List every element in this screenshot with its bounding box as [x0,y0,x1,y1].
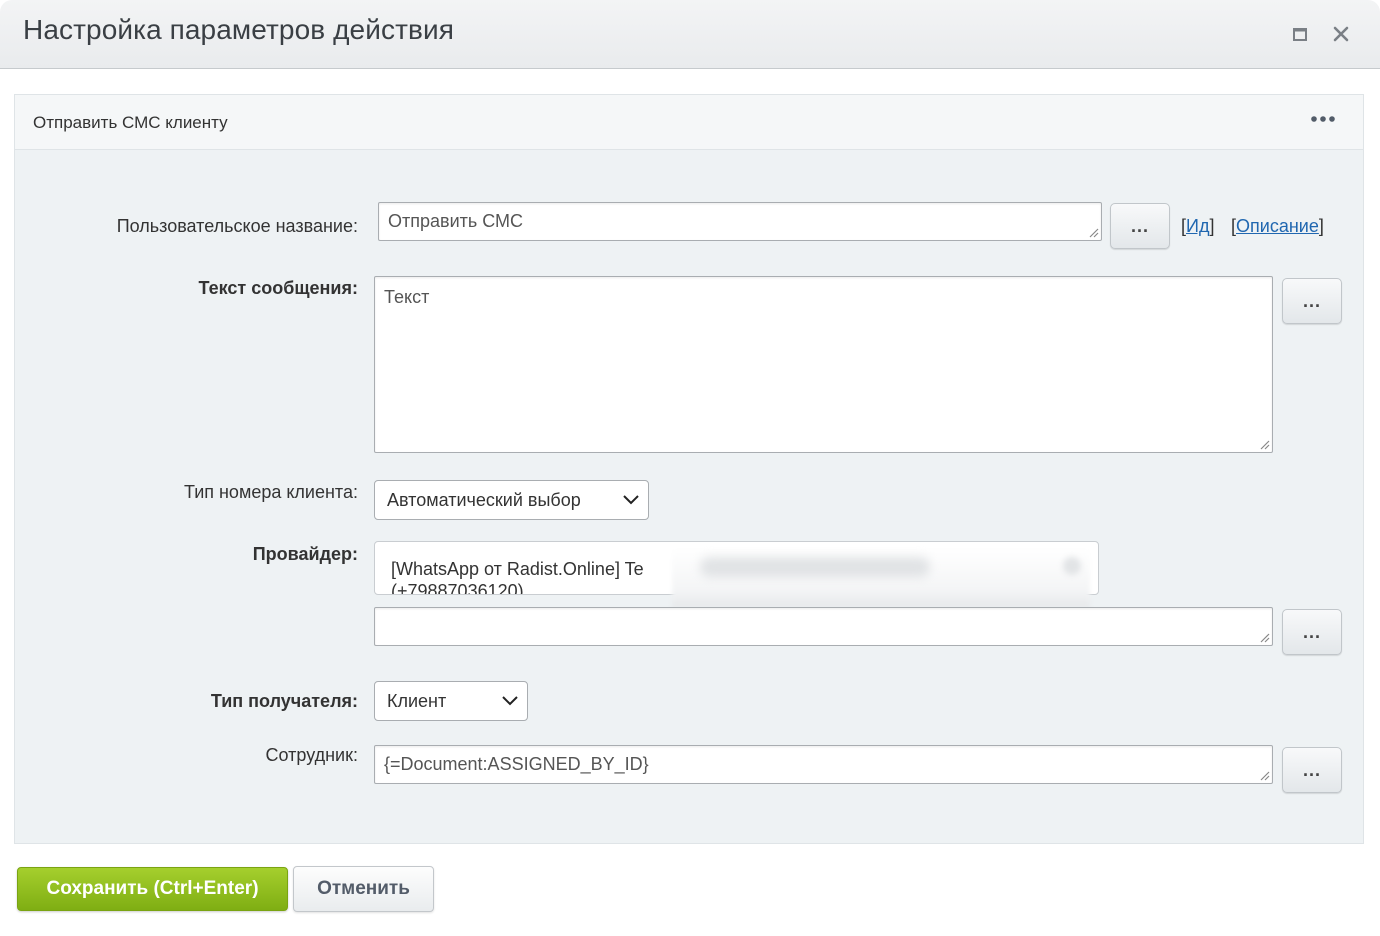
dialog-titlebar: Настройка параметров действия [0,0,1380,69]
bracket-close: ] [1318,216,1324,236]
recipient-type-select[interactable]: Клиент [374,681,528,721]
employee-input[interactable]: {=Document:ASSIGNED_BY_ID} [374,745,1273,784]
save-button[interactable]: Сохранить (Ctrl+Enter) [17,867,288,911]
chevron-down-icon [623,495,639,505]
message-text-textarea[interactable]: Текст [374,276,1273,453]
client-number-type-select[interactable]: Автоматический выбор [374,480,649,520]
resize-handle-icon[interactable] [1258,438,1270,450]
custom-name-input[interactable]: Отправить СМС [378,202,1102,241]
close-icon[interactable] [1329,22,1353,46]
id-link[interactable]: Ид [1186,216,1209,236]
cancel-button[interactable]: Отменить [293,866,434,912]
description-link-wrap: [Описание] [1231,216,1324,237]
redacted-text [700,557,930,577]
custom-name-label: Пользовательское название: [116,216,358,236]
custom-name-dots-button[interactable]: ... [1110,203,1170,249]
maximize-icon[interactable] [1288,22,1312,46]
more-horizontal-icon[interactable] [1309,109,1339,129]
employee-label: Сотрудник: [265,745,358,765]
panel-title: Отправить СМС клиенту [33,113,228,132]
id-link-wrap: [Ид] [1181,216,1214,237]
resize-handle-icon[interactable] [1087,226,1099,238]
recipient-type-label: Тип получателя: [210,691,358,711]
employee-dots-button[interactable]: ... [1282,747,1342,793]
dialog-window: Настройка параметров действия Отправить … [0,0,1380,936]
custom-name-value: Отправить СМС [388,211,524,231]
chevron-down-icon [502,696,518,706]
message-text-value: Текст [384,287,430,307]
provider-extra-input[interactable] [374,607,1273,646]
description-link[interactable]: Описание [1236,216,1319,236]
client-number-type-value: Автоматический выбор [387,490,581,510]
message-text-dots-button[interactable]: ... [1282,278,1342,324]
provider-label: Провайдер: [252,544,358,564]
resize-handle-icon[interactable] [1258,631,1270,643]
recipient-type-value: Клиент [387,691,447,711]
clear-icon[interactable] [1063,557,1081,575]
panel-header: Отправить СМС клиенту [15,95,1363,150]
bracket-close: ] [1209,216,1215,236]
employee-value: {=Document:ASSIGNED_BY_ID} [384,754,649,774]
message-text-label: Текст сообщения: [198,278,358,298]
client-number-type-label: Тип номера клиента: [183,482,358,502]
dialog-title: Настройка параметров действия [23,14,454,45]
resize-handle-icon[interactable] [1258,769,1270,781]
provider-dots-button[interactable]: ... [1282,609,1342,655]
